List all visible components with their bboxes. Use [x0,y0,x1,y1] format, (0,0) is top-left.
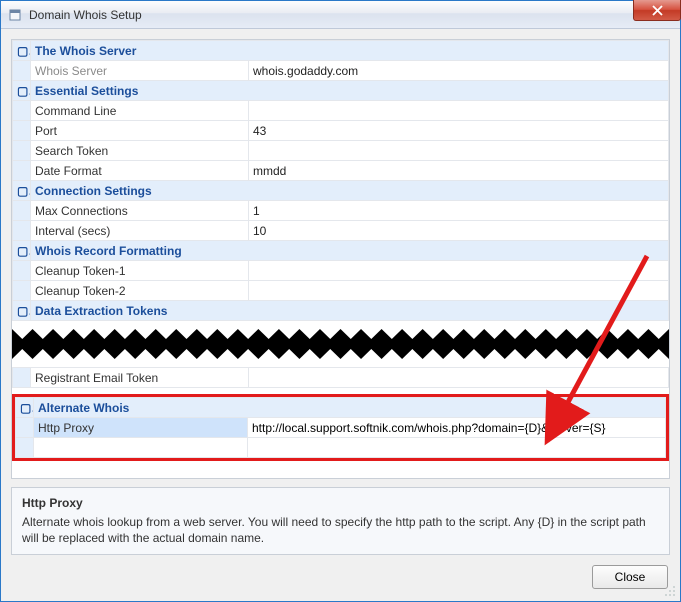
help-body: Alternate whois lookup from a web server… [22,514,659,546]
dialog-buttons: Close [11,563,670,591]
close-button[interactable]: Close [592,565,668,589]
app-icon [7,7,23,23]
row-cleanup-2[interactable]: Cleanup Token-2 [13,281,669,301]
annotation-highlight-box: ▢ Alternate Whois Http Proxy [12,394,669,461]
collapse-icon[interactable]: ▢ [13,241,31,261]
collapse-icon[interactable]: ▢ [13,181,31,201]
row-date-format[interactable]: Date Formatmmdd [13,161,669,181]
row-max-connections[interactable]: Max Connections1 [13,201,669,221]
collapse-icon[interactable]: ▢ [13,41,31,61]
titlebar: Domain Whois Setup [1,1,680,29]
row-command-line[interactable]: Command Line [13,101,669,121]
http-proxy-input[interactable] [252,421,661,435]
close-icon [652,5,663,16]
dialog-window: Domain Whois Setup ▢ The Whois Server [0,0,681,602]
window-title: Domain Whois Setup [29,8,142,22]
section-alternate[interactable]: ▢ Alternate Whois [16,398,666,418]
torn-section [12,321,669,367]
collapse-icon[interactable]: ▢ [16,398,34,418]
row-search-token[interactable]: Search Token [13,141,669,161]
section-whois-server[interactable]: ▢ The Whois Server [13,41,669,61]
help-panel: Http Proxy Alternate whois lookup from a… [11,487,670,555]
row-cleanup-1[interactable]: Cleanup Token-1 [13,261,669,281]
section-connection[interactable]: ▢ Connection Settings [13,181,669,201]
row-interval[interactable]: Interval (secs)10 [13,221,669,241]
collapse-icon[interactable]: ▢ [13,81,31,101]
collapse-icon[interactable]: ▢ [13,301,31,321]
section-extraction[interactable]: ▢ Data Extraction Tokens [13,301,669,321]
help-title: Http Proxy [22,496,659,510]
section-formatting[interactable]: ▢ Whois Record Formatting [13,241,669,261]
row-registrant-email-token[interactable]: Registrant Email Token [13,368,669,388]
resize-grip[interactable] [664,585,676,597]
section-essential[interactable]: ▢ Essential Settings [13,81,669,101]
row-http-proxy[interactable]: Http Proxy [16,418,666,438]
window-close-button[interactable] [633,0,681,21]
client-area: ▢ The Whois Server Whois Server whois.go… [1,29,680,601]
row-whois-server[interactable]: Whois Server whois.godaddy.com [13,61,669,81]
property-grid: ▢ The Whois Server Whois Server whois.go… [11,39,670,479]
row-port[interactable]: Port43 [13,121,669,141]
